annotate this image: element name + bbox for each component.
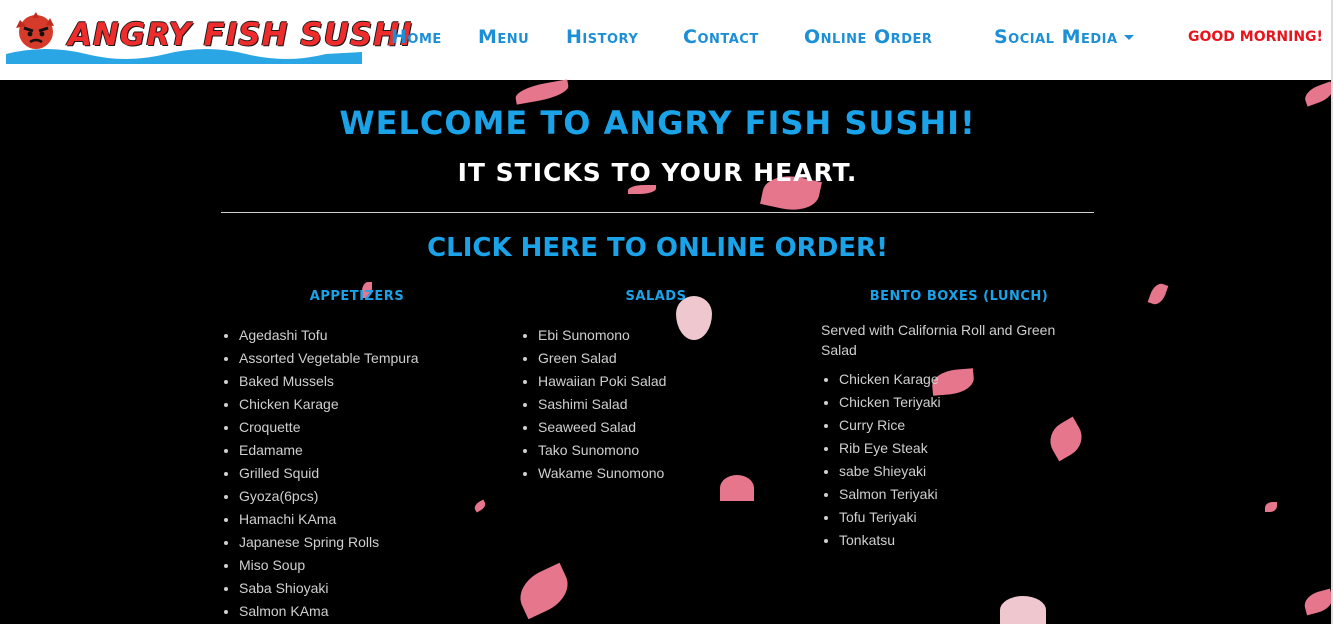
appetizers-list: Agedashi Tofu Assorted Vegetable Tempura B… — [221, 324, 511, 623]
nav-history[interactable]: History — [566, 26, 638, 48]
menu-item: Saba Shioyaki — [221, 577, 511, 600]
menu-item: Baked Mussels — [221, 370, 511, 393]
salads-section: Salads Ebi Sunomono Green Salad Hawaiian P… — [520, 289, 810, 485]
salads-list: Ebi Sunomono Green Salad Hawaiian Poki Sal… — [520, 324, 810, 485]
menu-item: Sashimi Salad — [520, 393, 810, 416]
menu-item: Chicken Karage — [221, 393, 511, 416]
menu-item: Croquette — [221, 416, 511, 439]
menu-item: Ebi Sunomono — [520, 324, 810, 347]
bento-title: Bento Boxes (Lunch) — [869, 289, 1049, 304]
brand-logo[interactable]: ANGRY FISH SUSHI — [6, 8, 412, 64]
bento-section: Bento Boxes (Lunch) Served with Californ… — [821, 289, 1091, 552]
cherry-blossom-petal-icon — [1302, 81, 1333, 107]
chevron-down-icon — [1123, 35, 1134, 40]
cherry-blossom-petal-icon — [514, 79, 570, 105]
menu-item: Salmon KAma — [221, 600, 511, 623]
bento-note: Served with California Roll and Green Sa… — [821, 322, 1056, 358]
menu-item: Hamachi KAma — [221, 508, 511, 531]
nav-contact[interactable]: Contact — [683, 26, 759, 48]
menu-item: Tako Sunomono — [520, 439, 810, 462]
menu-item: Tofu Teriyaki — [821, 506, 1091, 529]
online-order-link[interactable]: Click here to Online Order! — [0, 233, 1315, 263]
greeting-text: GOOD MORNING! — [1188, 29, 1323, 45]
cherry-blossom-petal-icon — [512, 562, 576, 620]
tagline-heading: It sticks to your heart. — [457, 158, 858, 187]
menu-item: Seaweed Salad — [520, 416, 810, 439]
cherry-blossom-petal-icon — [1000, 596, 1046, 624]
menu-item: Miso Soup — [221, 554, 511, 577]
cherry-blossom-petal-icon — [1265, 502, 1277, 512]
navbar: ANGRY FISH SUSHI Home Menu History Conta… — [0, 0, 1333, 80]
menu-item: Wakame Sunomono — [520, 462, 810, 485]
menu-item: Assorted Vegetable Tempura — [221, 347, 511, 370]
welcome-heading: Welcome to Angry Fish Sushi! — [339, 104, 976, 142]
menu-item: sabe Shieyaki — [821, 460, 1091, 483]
menu-item: Salmon Teriyaki — [821, 483, 1091, 506]
appetizers-section: Appetizers Agedashi Tofu Assorted Vegetab… — [221, 289, 511, 623]
menu-item: Tonkatsu — [821, 529, 1091, 552]
menu-item: Chicken Karage — [821, 368, 1091, 391]
menu-item: Green Salad — [520, 347, 810, 370]
nav-home[interactable]: Home — [391, 26, 442, 48]
bento-list: Chicken Karage Chicken Teriyaki Curry Rice… — [821, 368, 1091, 552]
brand-wordmark: ANGRY FISH SUSHI — [68, 17, 413, 53]
menu-item: Agedashi Tofu — [221, 324, 511, 347]
nav-social-media-dropdown[interactable]: Social Media — [994, 26, 1134, 48]
appetizers-title: Appetizers — [309, 289, 405, 304]
cherry-blossom-petal-icon — [1147, 281, 1169, 307]
menu-item: Rib Eye Steak — [821, 437, 1091, 460]
menu-item: Grilled Squid — [221, 462, 511, 485]
menu-item: Edamame — [221, 439, 511, 462]
section-divider — [221, 212, 1094, 213]
menu-item: Chicken Teriyaki — [821, 391, 1091, 414]
menu-item: Curry Rice — [821, 414, 1091, 437]
menu-item: Japanese Spring Rolls — [221, 531, 511, 554]
nav-online-order[interactable]: Online Order — [804, 26, 932, 48]
nav-menu[interactable]: Menu — [478, 26, 529, 48]
salads-title: Salads — [625, 289, 687, 304]
nav-social-media-label: Social Media — [994, 26, 1118, 48]
menu-item: Gyoza(6pcs) — [221, 485, 511, 508]
cherry-blossom-petal-icon — [1301, 588, 1333, 616]
menu-item: Hawaiian Poki Salad — [520, 370, 810, 393]
